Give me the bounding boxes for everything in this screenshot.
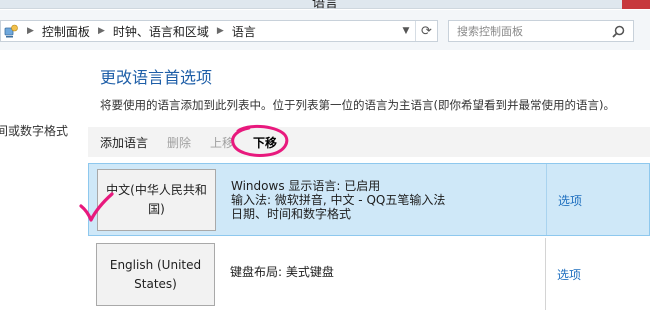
remove-button[interactable]: 删除 [167,134,191,151]
search-icon[interactable] [612,25,625,38]
breadcrumb-clock-language-region[interactable]: 时钟、语言和区域 [113,23,209,40]
language-detail-line: Windows 显示语言: 已启用 [231,179,381,193]
control-panel-icon [4,24,18,38]
breadcrumb-language[interactable]: 语言 [232,23,256,40]
chevron-right-icon: ▶ [97,26,105,36]
language-row-chinese[interactable]: 中文(中华人民共和国) Windows 显示语言: 已启用 输入法: 微软拼音,… [88,163,650,236]
language-row-english[interactable]: English (United States) 键盘布局: 美式键盘 选项 [88,238,650,310]
language-detail-line: 日期、时间和数字格式 [231,207,352,221]
move-up-button[interactable]: 上移 [210,134,234,151]
language-name-tile[interactable]: 中文(中华人民共和国) [97,169,216,231]
language-options-link[interactable]: 选项 [557,266,581,283]
chevron-right-icon: ▶ [216,26,224,36]
page-description: 将要使用的语言添加到此列表中。位于列表第一位的语言为主语言(即你希望看到并最常使… [100,98,615,112]
language-detail-line: 输入法: 微软拼音, 中文 - QQ五笔输入法 [231,193,446,207]
breadcrumb: ▶ 控制面板 ▶ 时钟、语言和区域 ▶ 语言 [1,21,397,41]
left-nav-link-date-number-format[interactable]: 间或数字格式 [0,122,68,139]
chevron-down-icon[interactable]: ▼ [397,21,415,41]
address-bar[interactable]: ▶ 控制面板 ▶ 时钟、语言和区域 ▶ 语言 ▼ ⟳ [0,20,438,42]
language-detail-line: 键盘布局: 美式键盘 [230,265,334,279]
title-bar: 语言 [0,0,650,11]
language-toolbar: 添加语言 删除 上移 下移 [88,127,650,157]
search-box[interactable] [448,20,634,42]
search-input[interactable] [457,24,597,38]
move-down-button[interactable]: 下移 [253,134,277,151]
address-row: ▶ 控制面板 ▶ 时钟、语言和区域 ▶ 语言 ▼ ⟳ [0,10,650,50]
page-title: 更改语言首选项 [100,68,213,87]
language-details: 键盘布局: 美式键盘 [230,265,334,279]
left-nav: 间或数字格式 [0,50,80,320]
language-name-tile[interactable]: English (United States) [96,243,215,306]
column-divider [545,238,546,310]
language-details: Windows 显示语言: 已启用 输入法: 微软拼音, 中文 - QQ五笔输入… [231,179,445,221]
refresh-icon[interactable]: ⟳ [415,21,437,41]
close-button[interactable] [622,0,650,9]
breadcrumb-control-panel[interactable]: 控制面板 [42,23,90,40]
column-divider [546,164,547,235]
add-language-button[interactable]: 添加语言 [100,134,148,151]
chevron-right-icon: ▶ [27,26,34,36]
language-options-link[interactable]: 选项 [558,192,582,209]
